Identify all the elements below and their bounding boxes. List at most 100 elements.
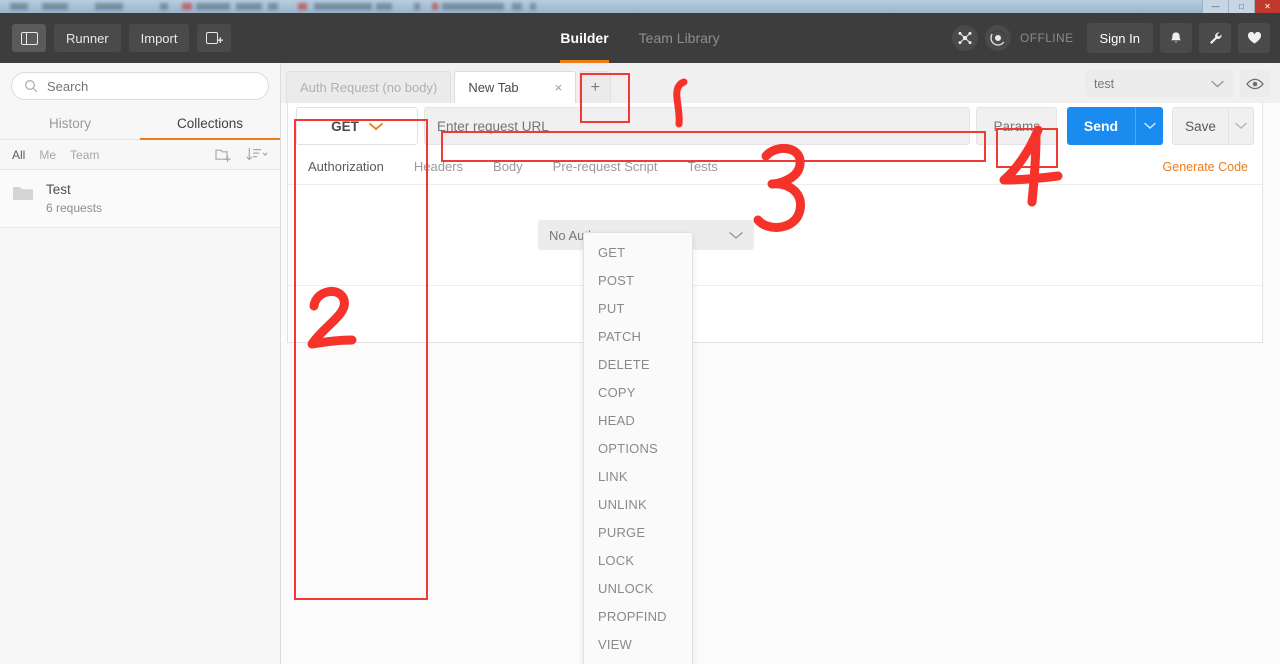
runner-button[interactable]: Runner xyxy=(54,24,121,52)
params-button[interactable]: Params xyxy=(976,107,1057,145)
list-item[interactable]: Test 6 requests xyxy=(0,170,280,228)
close-icon[interactable]: × xyxy=(555,80,563,95)
sidebar-tab-collections[interactable]: Collections xyxy=(140,108,280,140)
chevron-down-icon xyxy=(1211,80,1224,88)
filter-team[interactable]: Team xyxy=(70,148,99,162)
eye-icon xyxy=(1246,78,1264,90)
search-container xyxy=(0,63,280,108)
sidebar-toggle-button[interactable] xyxy=(12,24,46,52)
sidebar-tab-history[interactable]: History xyxy=(0,108,140,139)
method-option-unlink[interactable]: UNLINK xyxy=(584,491,692,519)
request-tab-auth-request[interactable]: Auth Request (no body) xyxy=(286,71,452,103)
request-tab-new-tab[interactable]: New Tab × xyxy=(454,71,577,103)
request-tab-label: Auth Request (no body) xyxy=(300,80,438,95)
panel-divider xyxy=(288,285,1262,286)
import-button[interactable]: Import xyxy=(128,24,190,52)
method-option-link[interactable]: LINK xyxy=(584,463,692,491)
chevron-down-icon xyxy=(1143,122,1156,130)
tab-authorization[interactable]: Authorization xyxy=(308,159,384,174)
method-option-propfind[interactable]: PROPFIND xyxy=(584,603,692,631)
authorization-panel: No Auth xyxy=(288,185,1262,285)
tab-pre-request-script[interactable]: Pre-request Script xyxy=(553,159,658,174)
tab-headers[interactable]: Headers xyxy=(414,159,463,174)
method-option-unlock[interactable]: UNLOCK xyxy=(584,575,692,603)
environment-quick-look-button[interactable] xyxy=(1240,70,1270,97)
collection-request-count: 6 requests xyxy=(46,201,103,215)
environment-controls: test xyxy=(1085,70,1270,97)
request-tab-bar: Auth Request (no body) New Tab × + xyxy=(286,71,612,103)
bell-icon[interactable] xyxy=(1160,23,1192,53)
collection-name: Test xyxy=(46,182,71,197)
filter-me[interactable]: Me xyxy=(39,148,56,162)
maximize-button[interactable]: □ xyxy=(1228,0,1254,13)
sidebar-filter-actions xyxy=(215,147,268,162)
request-panel: GET Params Send Save xyxy=(287,103,1263,343)
method-option-copy[interactable]: COPY xyxy=(584,379,692,407)
search-box[interactable] xyxy=(11,72,269,100)
new-window-button[interactable]: + xyxy=(197,24,232,52)
method-option-view[interactable]: VIEW xyxy=(584,631,692,659)
network-icon[interactable] xyxy=(952,25,979,51)
window-controls[interactable]: — □ ✕ xyxy=(1202,0,1280,13)
main-area: Auth Request (no body) New Tab × + test xyxy=(281,63,1280,664)
method-option-post[interactable]: POST xyxy=(584,267,692,295)
method-dropdown-menu[interactable]: GET POST PUT PATCH DELETE COPY HEAD OPTIONS LINK… xyxy=(583,232,693,664)
add-tab-button[interactable]: + xyxy=(579,71,612,103)
search-icon xyxy=(24,79,38,93)
heart-icon[interactable] xyxy=(1238,23,1270,53)
collection-text: Test 6 requests xyxy=(46,181,102,215)
method-option-head[interactable]: HEAD xyxy=(584,407,692,435)
method-option-put[interactable]: PUT xyxy=(584,295,692,323)
method-option-patch[interactable]: PATCH xyxy=(584,323,692,351)
wrench-icon[interactable] xyxy=(1199,23,1231,53)
sidebar-tabs: History Collections xyxy=(0,108,280,140)
header-right-actions: OFFLINE Sign In xyxy=(952,13,1270,63)
os-title-bar: — □ ✕ xyxy=(0,0,1280,13)
request-tab-label: New Tab xyxy=(468,80,519,95)
new-window-icon: + xyxy=(206,31,223,47)
close-button[interactable]: ✕ xyxy=(1254,0,1280,13)
tab-tests[interactable]: Tests xyxy=(687,159,717,174)
main-toolbar: Auth Request (no body) New Tab × + test xyxy=(281,63,1280,103)
method-option-purge[interactable]: PURGE xyxy=(584,519,692,547)
environment-select[interactable]: test xyxy=(1085,70,1233,97)
request-url-row: GET Params Send Save xyxy=(288,103,1262,149)
app-header: Runner Import + Builder Team Library OFF… xyxy=(0,13,1280,63)
send-button[interactable]: Send xyxy=(1067,107,1135,145)
environment-value: test xyxy=(1094,76,1115,91)
url-input[interactable] xyxy=(424,107,971,145)
folder-icon xyxy=(12,184,34,202)
chevron-down-icon xyxy=(368,122,383,131)
method-label: GET xyxy=(331,118,359,134)
tab-body[interactable]: Body xyxy=(493,159,523,174)
method-option-options[interactable]: OPTIONS xyxy=(584,435,692,463)
method-option-lock[interactable]: LOCK xyxy=(584,547,692,575)
minimize-button[interactable]: — xyxy=(1202,0,1228,13)
method-dropdown-button[interactable]: GET xyxy=(296,107,418,145)
sign-in-button[interactable]: Sign In xyxy=(1086,23,1153,53)
chevron-down-icon xyxy=(1235,122,1247,130)
search-input[interactable] xyxy=(47,78,256,94)
request-subtab-bar: Authorization Headers Body Pre-request S… xyxy=(288,149,1262,185)
offline-status-label: OFFLINE xyxy=(1020,31,1074,45)
send-button-group: Send xyxy=(1067,107,1163,145)
method-option-get[interactable]: GET xyxy=(584,239,692,267)
nav-tab-team-library[interactable]: Team Library xyxy=(639,13,720,63)
sidebar-panel-icon xyxy=(20,31,38,45)
save-button-group: Save xyxy=(1172,107,1254,145)
app-root: — □ ✕ Runner Import + Builder Team Libra… xyxy=(0,0,1280,664)
method-option-delete[interactable]: DELETE xyxy=(584,351,692,379)
sidebar-filter-row: All Me Team xyxy=(0,140,280,170)
send-options-button[interactable] xyxy=(1135,107,1163,145)
save-button[interactable]: Save xyxy=(1172,107,1228,145)
nav-tab-builder[interactable]: Builder xyxy=(560,13,609,63)
save-options-button[interactable] xyxy=(1228,107,1254,145)
generate-code-link[interactable]: Generate Code xyxy=(1163,160,1248,174)
new-folder-icon[interactable] xyxy=(215,147,232,162)
sync-status-icon[interactable] xyxy=(985,25,1012,51)
chevron-down-icon xyxy=(729,231,743,240)
sidebar: History Collections All Me Team xyxy=(0,63,281,664)
sort-icon[interactable] xyxy=(246,147,268,162)
header-left-actions: Runner Import + xyxy=(0,24,232,52)
filter-all[interactable]: All xyxy=(12,148,25,162)
